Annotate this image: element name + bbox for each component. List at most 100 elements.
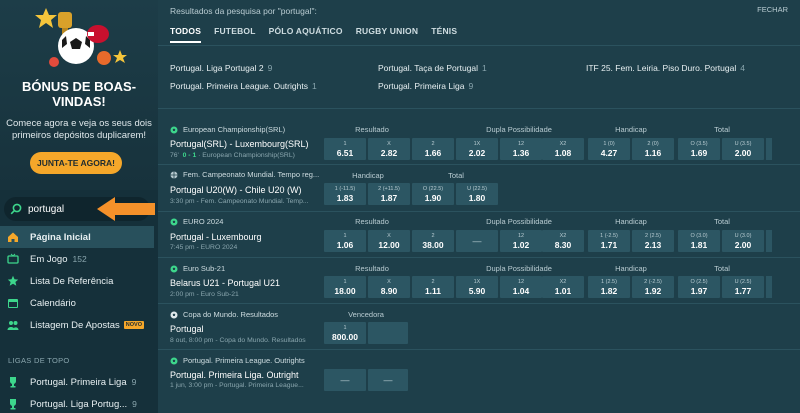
people-icon — [7, 319, 19, 331]
trophy-soccer-ball-icon — [35, 8, 127, 67]
odds-button[interactable]: 2 1.66 — [412, 138, 454, 160]
odds-button[interactable]: X2 8.30 — [542, 230, 584, 252]
odds-button-empty[interactable] — [368, 322, 408, 344]
event-meta: 1 jun, 3:00 pm - Portugal. Primeira Leag… — [170, 382, 304, 389]
odds-button-locked[interactable]: — — [324, 369, 366, 391]
water-polo-icon — [170, 171, 178, 178]
odds-button[interactable]: 1 800.00 — [324, 322, 366, 344]
event-name[interactable]: Portugal. Primeira Liga. Outright — [170, 370, 299, 380]
event-league[interactable]: Fem. Campeonato Mundial. Tempo reg... — [170, 170, 319, 179]
sidebar-item-label: Calendário — [30, 297, 76, 309]
odds-button[interactable]: 2 1.11 — [412, 276, 454, 298]
trophy-icon — [7, 398, 19, 410]
odds-button[interactable]: X 8.90 — [368, 276, 410, 298]
sidebar-item-bets[interactable]: Listagem De Apostas NOVO — [0, 314, 154, 336]
odds-button[interactable]: 12 1.02 — [500, 230, 542, 252]
odds-button[interactable]: 2 38.00 — [412, 230, 454, 252]
odds-button[interactable]: 2 (0) 1.16 — [632, 138, 674, 160]
odds-button[interactable]: 1 (-2.5) 1.71 — [588, 230, 630, 252]
sidebar-item-calendar[interactable]: Calendário — [0, 292, 154, 314]
orange-arrow-icon — [97, 197, 155, 221]
welcome-bonus-promo: BÓNUS DE BOAS-VINDAS! Comece agora e vej… — [0, 0, 158, 190]
sidebar-item-label: Em Jogo — [30, 253, 68, 265]
odds-button-locked[interactable]: — — [368, 369, 408, 391]
odds-button[interactable]: 1 1.06 — [324, 230, 366, 252]
odds-button[interactable]: X 2.82 — [368, 138, 410, 160]
event-meta: 76' 0 - 1 · European Championship(SRL) — [170, 152, 295, 159]
sidebar-item-label: Página Inicial — [30, 231, 91, 243]
odds-button[interactable]: O (3.0) 1.81 — [678, 230, 720, 252]
event-league[interactable]: Portugal. Primeira League. Outrights — [170, 356, 305, 365]
market-header-handicap: Handicap — [615, 125, 647, 134]
market-header-total: Total — [714, 217, 730, 226]
competition-link[interactable]: ITF 25. Fem. Leiria. Piso Duro. Portugal… — [586, 63, 745, 73]
competition-link[interactable]: Portugal. Taça de Portugal 1 — [378, 63, 487, 73]
market-header-handicap: Handicap — [352, 171, 384, 180]
event-name[interactable]: Portugal — [170, 324, 204, 334]
sidebar-item-label: Listagem De Apostas — [30, 319, 120, 331]
odds-button[interactable]: U (2.5) 1.77 — [722, 276, 764, 298]
tab-rugby-union[interactable]: RUGBY UNION — [356, 26, 419, 43]
event-name[interactable]: Belarus U21 - Portugal U21 — [170, 278, 280, 288]
market-header-result: Resultado — [355, 217, 389, 226]
search-icon — [10, 203, 22, 215]
odds-button[interactable]: X2 1.01 — [542, 276, 584, 298]
odds-button[interactable]: 1 18.00 — [324, 276, 366, 298]
odds-button[interactable]: O (2.5) 1.97 — [678, 276, 720, 298]
more-markets-strip[interactable] — [766, 230, 772, 252]
event-name[interactable]: Portugal - Luxembourg — [170, 232, 262, 242]
odds-button[interactable]: 1X 5.90 — [456, 276, 498, 298]
odds-button[interactable]: 2 (-2.5) 1.92 — [632, 276, 674, 298]
tab-all[interactable]: TODOS — [170, 26, 202, 43]
event-league[interactable]: European Championship(SRL) — [170, 125, 285, 134]
odds-button[interactable]: 1 (0) 4.27 — [588, 138, 630, 160]
sidebar-item-favorites[interactable]: Lista De Referência — [0, 270, 154, 292]
odds-button[interactable]: U (22.5) 1.80 — [456, 183, 498, 205]
soccer-ball-icon — [170, 126, 178, 133]
odds-button[interactable]: 12 1.04 — [500, 276, 542, 298]
odds-button[interactable]: O (3.5) 1.69 — [678, 138, 720, 160]
more-markets-strip[interactable] — [766, 138, 772, 160]
tab-tennis[interactable]: TÉNIS — [431, 26, 457, 43]
odds-button[interactable]: X 12.00 — [368, 230, 410, 252]
event-league[interactable]: Copa do Mundo. Resultados — [170, 310, 278, 319]
home-icon — [7, 231, 19, 243]
event-league[interactable]: Euro Sub-21 — [170, 264, 225, 273]
join-now-button[interactable]: JUNTA-TE AGORA! — [30, 152, 122, 174]
competition-link[interactable]: Portugal. Primeira League. Outrights 1 — [170, 81, 317, 91]
promo-text: Comece agora e veja os seus dois primeir… — [6, 118, 152, 141]
tab-water-polo[interactable]: PÓLO AQUÁTICO — [269, 26, 343, 43]
event-meta: 7:45 pm - EURO 2024 — [170, 244, 238, 251]
odds-button[interactable]: 2 (+11.5) 1.87 — [368, 183, 410, 205]
odds-button[interactable]: O (22.5) 1.90 — [412, 183, 454, 205]
promo-title: BÓNUS DE BOAS-VINDAS! — [21, 79, 137, 109]
sidebar-item-league[interactable]: Portugal. Primeira Liga 9 — [0, 371, 154, 393]
odds-button[interactable]: U (3.5) 2.00 — [722, 138, 764, 160]
event-name[interactable]: Portugal(SRL) - Luxembourg(SRL) — [170, 139, 309, 149]
market-header-total: Total — [714, 125, 730, 134]
odds-button[interactable]: 2 (2.5) 2.13 — [632, 230, 674, 252]
competition-link[interactable]: Portugal. Liga Portugal 29 — [170, 63, 272, 73]
odds-button[interactable]: X2 1.08 — [542, 138, 584, 160]
competition-link[interactable]: Portugal. Primeira Liga 9 — [378, 81, 473, 91]
sidebar-item-league[interactable]: Portugal. Liga Portug... 9 — [0, 393, 154, 413]
more-markets-strip[interactable] — [766, 276, 772, 298]
tab-football[interactable]: FUTEBOL — [214, 26, 256, 43]
event-name[interactable]: Portugal U20(W) - Chile U20 (W) — [170, 185, 302, 195]
search-input[interactable] — [28, 203, 88, 215]
odds-button[interactable]: 1 (2.5) 1.82 — [588, 276, 630, 298]
sidebar-item-home[interactable]: Página Inicial — [0, 226, 154, 248]
soccer-ball-icon — [170, 265, 178, 272]
league-count: 9 — [131, 377, 137, 387]
event-league[interactable]: EURO 2024 — [170, 217, 223, 226]
sidebar-item-live[interactable]: Em Jogo 152 — [0, 248, 154, 270]
odds-button[interactable]: 1 (-11.5) 1.83 — [324, 183, 366, 205]
soccer-ball-icon — [170, 357, 178, 364]
odds-button[interactable]: 12 1.36 — [500, 138, 542, 160]
close-button[interactable]: FECHAR — [757, 5, 788, 14]
odds-button[interactable]: 1 6.51 — [324, 138, 366, 160]
odds-button-locked[interactable]: — — [456, 230, 498, 252]
odds-button[interactable]: U (3.0) 2.00 — [722, 230, 764, 252]
odds-button[interactable]: 1X 2.02 — [456, 138, 498, 160]
market-header-result: Resultado — [355, 125, 389, 134]
